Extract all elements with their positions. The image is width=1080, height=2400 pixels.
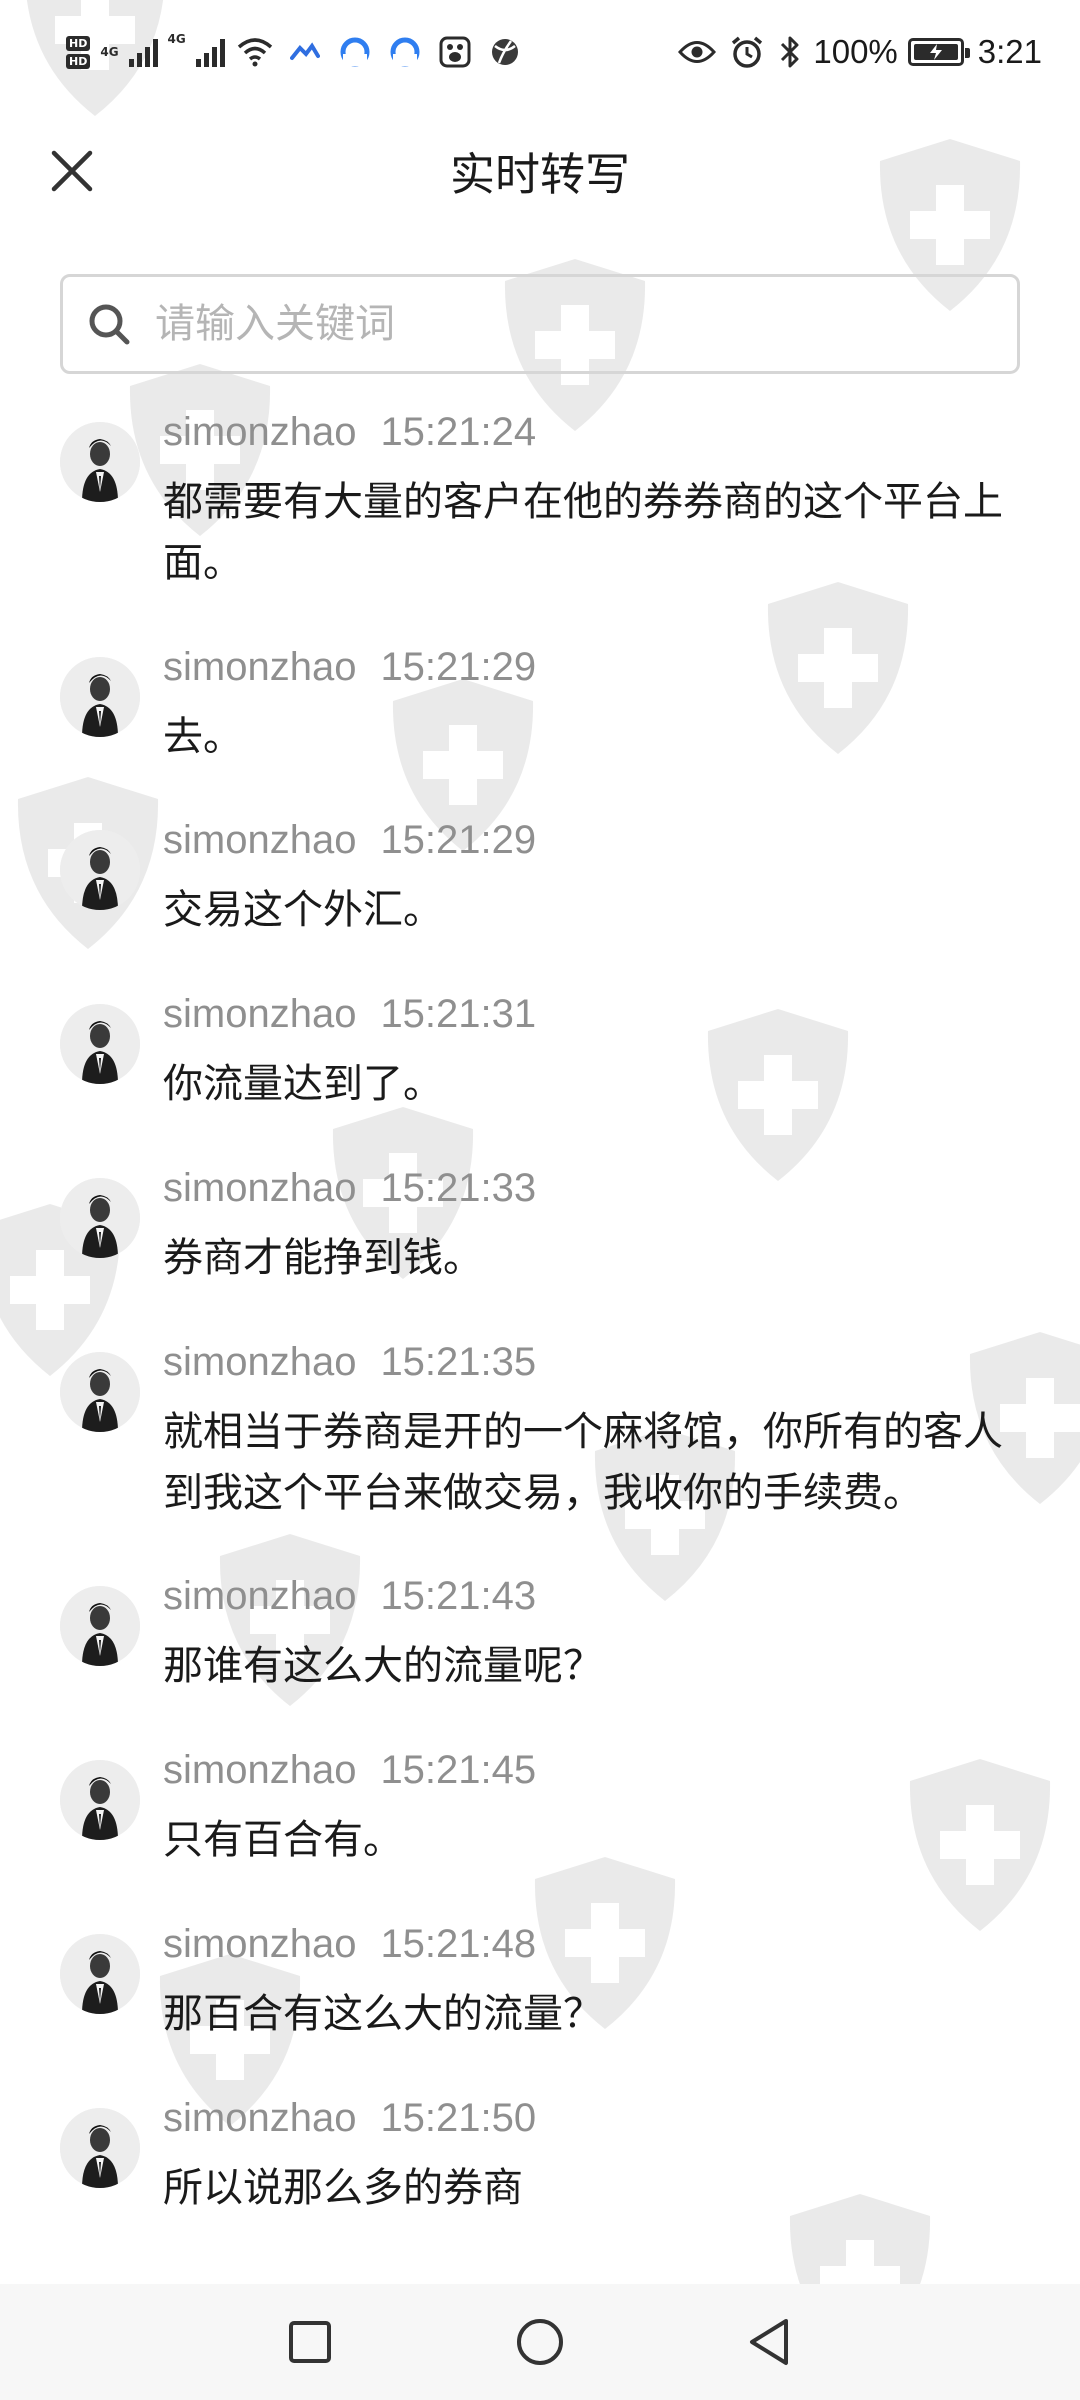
- transcript-text: 就相当于券商是开的一个麻将馆，你所有的客人到我这个平台来做交易，我收你的手续费。: [163, 1409, 1003, 1516]
- timestamp: 15:21:45: [380, 1748, 537, 1792]
- paw-app-icon: [435, 32, 475, 72]
- avatar[interactable]: [60, 1934, 140, 2014]
- entry-meta: simonzhao 15:21:24: [163, 410, 536, 455]
- hd-badge: HD: [66, 53, 91, 69]
- speaker-name: simonzhao: [163, 818, 357, 862]
- alarm-icon: [727, 32, 767, 72]
- avatar[interactable]: [60, 2108, 140, 2188]
- transcript-text: 去。: [163, 714, 243, 760]
- transcript-text: 你流量达到了。: [163, 1061, 443, 1107]
- speaker-name: simonzhao: [163, 1166, 357, 1210]
- speaker-name: simonzhao: [163, 1748, 357, 1792]
- transcript-text: 交易这个外汇。: [163, 887, 443, 933]
- app-notification-icon: [385, 32, 425, 72]
- timestamp: 15:21:43: [380, 1574, 537, 1618]
- back-button[interactable]: [738, 2310, 802, 2374]
- timestamp: 15:21:31: [380, 992, 537, 1036]
- status-right: 100% 3:21: [677, 28, 1042, 76]
- avatar[interactable]: [60, 422, 140, 502]
- page-title: 实时转写: [449, 148, 630, 201]
- speaker-name: simonzhao: [163, 1574, 357, 1618]
- entry-meta: simonzhao 15:21:48: [163, 1922, 536, 1967]
- timestamp: 15:21:24: [380, 410, 537, 454]
- speaker-name: simonzhao: [163, 1922, 357, 1966]
- avatar[interactable]: [60, 1760, 140, 1840]
- network-type: 4G: [100, 45, 118, 59]
- timestamp: 15:21:29: [380, 645, 537, 689]
- timestamp: 15:21:29: [380, 818, 537, 862]
- avatar[interactable]: [60, 1352, 140, 1432]
- search-icon: [89, 304, 130, 345]
- transcript-text: 只有百合有。: [163, 1817, 403, 1863]
- signal-icon: [128, 37, 158, 67]
- avatar[interactable]: [60, 1586, 140, 1666]
- app-notification-icon: [285, 32, 325, 72]
- entry-meta: simonzhao 15:21:50: [163, 2096, 536, 2141]
- entry-meta: simonzhao 15:21:35: [163, 1340, 536, 1385]
- eye-icon: [677, 32, 717, 72]
- system-nav-bar: [0, 2284, 1080, 2400]
- network-type-label: 4G: [100, 45, 119, 59]
- timestamp: 15:21:50: [380, 2096, 537, 2140]
- clock: 3:21: [977, 33, 1042, 70]
- back-icon: [750, 2319, 788, 2365]
- avatar[interactable]: [60, 830, 140, 910]
- avatar[interactable]: [60, 1004, 140, 1084]
- status-left: HD HD 4G 4G: [66, 30, 525, 74]
- avatar[interactable]: [60, 657, 140, 737]
- transcript-text: 那百合有这么大的流量？: [163, 1991, 603, 2037]
- entry-meta: simonzhao 15:21:29: [163, 645, 536, 690]
- bluetooth-icon: [777, 32, 803, 72]
- speaker-name: simonzhao: [163, 645, 357, 689]
- header: 实时转写: [0, 104, 1080, 234]
- speaker-name: simonzhao: [163, 992, 357, 1036]
- entry-meta: simonzhao 15:21:43: [163, 1574, 536, 1619]
- entry-meta: simonzhao 15:21:31: [163, 992, 536, 1037]
- home-button[interactable]: [508, 2310, 572, 2374]
- entry-meta: simonzhao 15:21:45: [163, 1748, 536, 1793]
- speaker-name: simonzhao: [163, 2096, 357, 2140]
- avatar[interactable]: [60, 1178, 140, 1258]
- speaker-name: simonzhao: [163, 410, 357, 454]
- battery-percent: 100%: [813, 33, 898, 70]
- transcript-text: 那谁有这么大的流量呢？: [163, 1643, 603, 1689]
- hd-badge: HD: [66, 35, 91, 51]
- entry-meta: simonzhao 15:21:29: [163, 818, 536, 863]
- wifi-icon: [235, 32, 275, 72]
- timestamp: 15:21:33: [380, 1166, 537, 1210]
- status-bar: HD HD 4G 4G 100% 3:21: [0, 0, 1080, 104]
- recent-apps-icon: [289, 2321, 331, 2363]
- battery-icon: [907, 38, 970, 66]
- search-bar[interactable]: [60, 274, 1020, 374]
- home-icon: [517, 2319, 563, 2365]
- timestamp: 15:21:48: [380, 1922, 537, 1966]
- network-type-label: 4G: [167, 32, 186, 46]
- ball-app-icon: [485, 32, 525, 72]
- entry-meta: simonzhao 15:21:33: [163, 1166, 536, 1211]
- search-input[interactable]: [155, 301, 975, 347]
- speaker-name: simonzhao: [163, 1340, 357, 1384]
- dual-sim-indicator: HD HD: [66, 35, 91, 69]
- signal-icon: [195, 37, 225, 67]
- transcript-text: 所以说那么多的券商: [163, 2165, 523, 2211]
- transcript-text: 券商才能挣到钱。: [163, 1235, 483, 1281]
- timestamp: 15:21:35: [380, 1340, 537, 1384]
- recent-apps-button[interactable]: [278, 2310, 342, 2374]
- app-notification-icon: [335, 32, 375, 72]
- transcript-text: 都需要有大量的客户在他的券券商的这个平台上面。: [163, 479, 1003, 586]
